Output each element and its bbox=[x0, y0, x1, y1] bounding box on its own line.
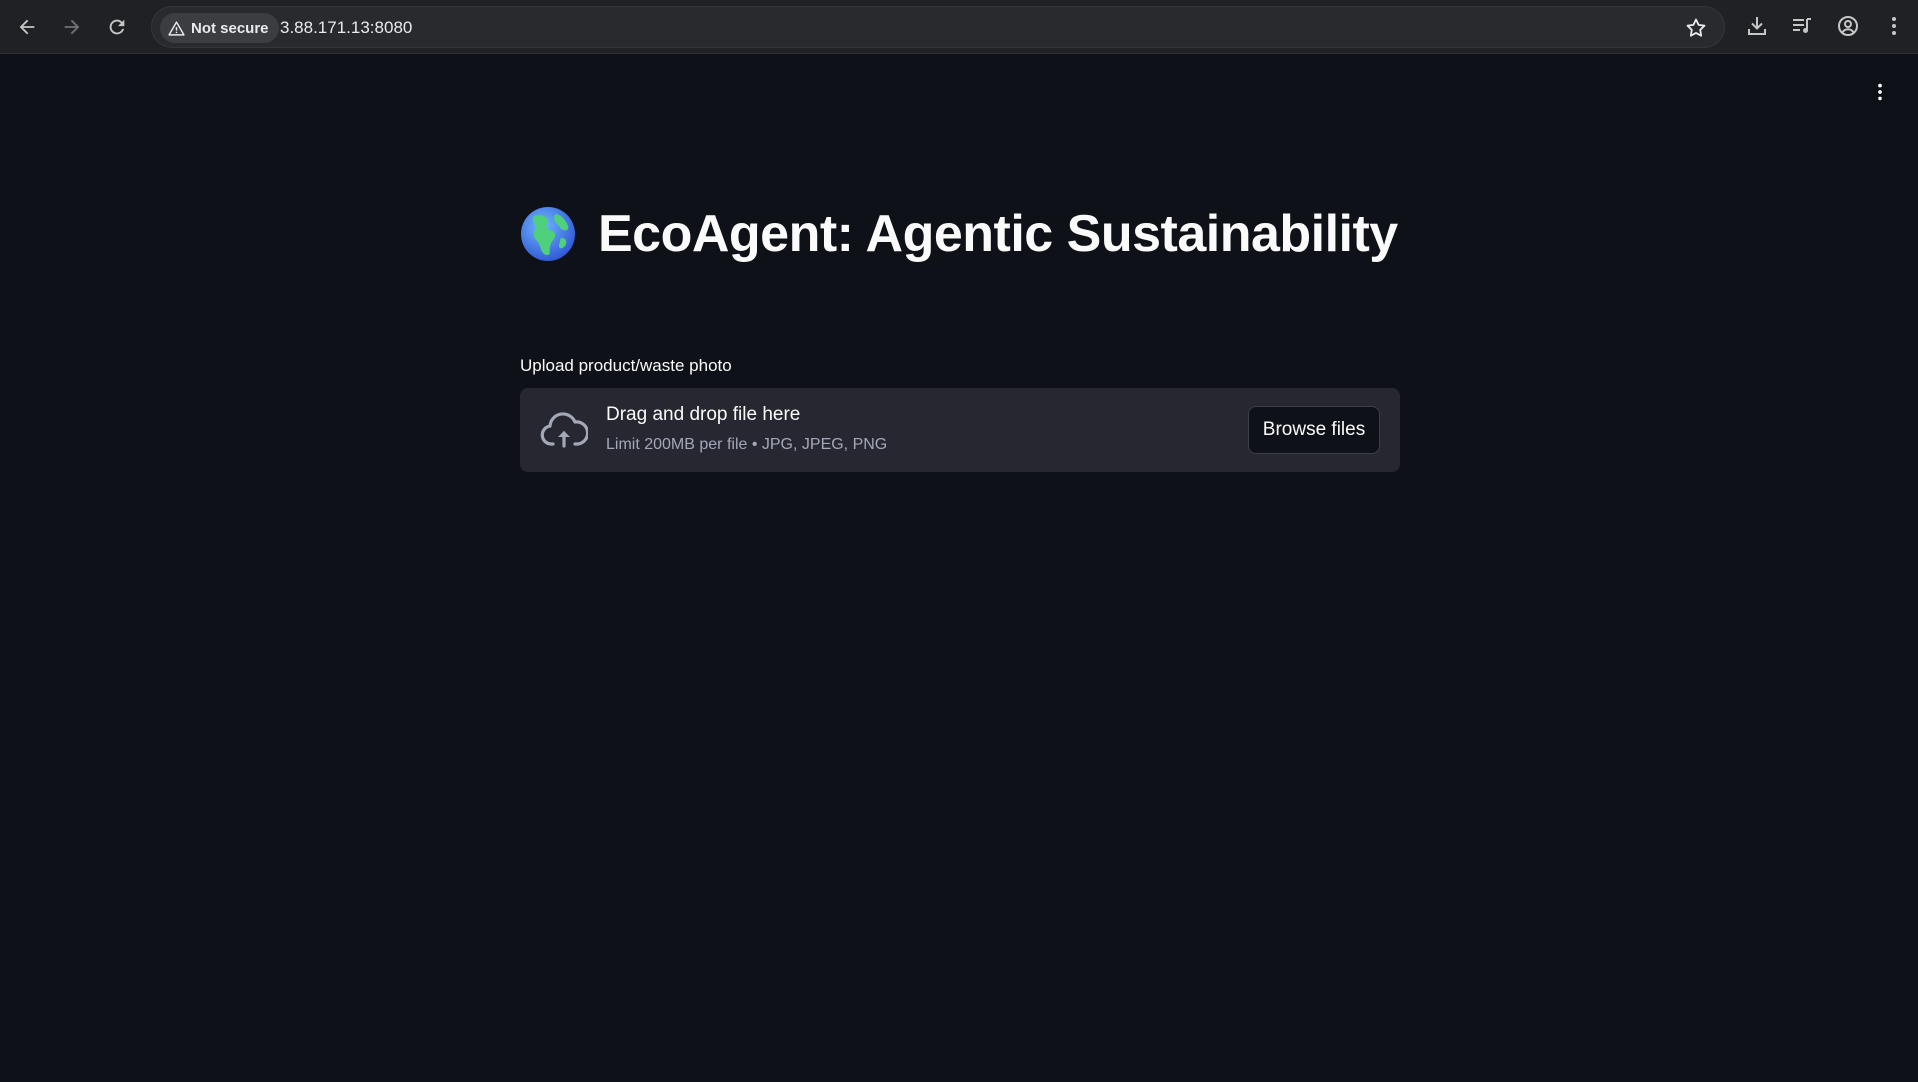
download-icon bbox=[1748, 17, 1766, 35]
arrow-right-icon bbox=[64, 19, 80, 35]
dropzone-title: Drag and drop file here bbox=[606, 404, 801, 425]
security-indicator[interactable]: Not secure bbox=[160, 13, 279, 43]
media-queue-icon bbox=[1793, 18, 1811, 33]
address-bar[interactable]: Not secure 3.88.171.13:8080 bbox=[151, 6, 1725, 48]
media-button[interactable] bbox=[1788, 12, 1816, 40]
dropzone-subtitle: Limit 200MB per file • JPG, JPEG, PNG bbox=[606, 436, 888, 453]
arrow-left-icon bbox=[19, 19, 35, 35]
file-dropzone[interactable]: Drag and drop file here Limit 200MB per … bbox=[520, 388, 1400, 472]
forward-button[interactable] bbox=[55, 10, 89, 44]
warning-triangle-icon bbox=[168, 20, 185, 36]
app-menu-button[interactable] bbox=[1866, 78, 1894, 106]
browse-files-button[interactable]: Browse files bbox=[1248, 406, 1380, 454]
page-header: EcoAgent: Agentic Sustainability bbox=[520, 196, 1400, 272]
star-icon[interactable] bbox=[1684, 16, 1708, 40]
upload-label: Upload product/waste photo bbox=[520, 356, 732, 375]
kebab-menu-icon bbox=[1878, 83, 1882, 101]
browser-menu-button[interactable] bbox=[1880, 12, 1908, 40]
reload-icon bbox=[109, 19, 125, 35]
url-text[interactable]: 3.88.171.13:8080 bbox=[280, 7, 412, 49]
back-button[interactable] bbox=[10, 10, 44, 44]
download-button[interactable] bbox=[1743, 12, 1771, 40]
kebab-menu-icon bbox=[1892, 17, 1896, 35]
globe-emoji-icon bbox=[521, 207, 575, 261]
browser-toolbar: Not secure 3.88.171.13:8080 bbox=[0, 0, 1918, 54]
profile-icon bbox=[1838, 16, 1858, 36]
cloud-upload-icon bbox=[540, 412, 588, 448]
security-label: Not secure bbox=[191, 19, 269, 37]
page-title: EcoAgent: Agentic Sustainability bbox=[598, 205, 1398, 263]
reload-button[interactable] bbox=[100, 10, 134, 44]
profile-button[interactable] bbox=[1834, 12, 1862, 40]
